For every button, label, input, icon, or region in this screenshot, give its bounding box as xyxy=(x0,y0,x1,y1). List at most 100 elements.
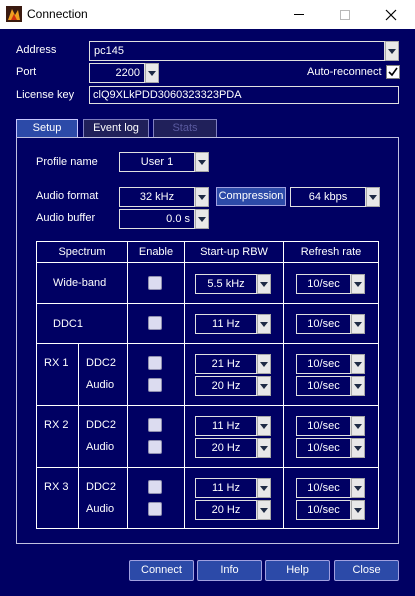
refresh-value[interactable]: 10/sec xyxy=(296,354,351,374)
audio-format-dropdown-button[interactable] xyxy=(195,187,209,207)
license-key-field[interactable]: clQ9XLkPDD3060323323PDA xyxy=(89,86,399,104)
rbw-combo-rx3-audio[interactable]: 20 Hz xyxy=(195,500,271,520)
info-button[interactable]: Info xyxy=(197,560,262,581)
dropdown-arrow-icon xyxy=(388,48,396,54)
refresh-value[interactable]: 10/sec xyxy=(296,438,351,458)
rbw-combo-ddc1[interactable]: 11 Hz xyxy=(195,314,271,334)
rbw-dropdown-button[interactable] xyxy=(257,478,271,498)
address-label: Address xyxy=(16,44,57,56)
minimize-button[interactable] xyxy=(276,0,322,29)
auto-reconnect-label: Auto-reconnect xyxy=(307,66,382,78)
enable-checkbox-wide-band[interactable] xyxy=(148,276,162,290)
dropdown-arrow-icon xyxy=(260,423,268,429)
enable-checkbox-rx1-audio[interactable] xyxy=(148,378,162,392)
tab-setup[interactable]: Setup xyxy=(16,119,78,138)
rbw-value[interactable]: 11 Hz xyxy=(195,478,257,498)
enable-checkbox-rx3-ddc2[interactable] xyxy=(148,480,162,494)
auto-reconnect-checkbox[interactable] xyxy=(386,65,400,79)
port-value[interactable]: 2200 xyxy=(89,63,145,83)
address-combo[interactable]: pc145 xyxy=(89,41,399,61)
profile-dropdown-button[interactable] xyxy=(195,152,209,172)
refresh-dropdown-button[interactable] xyxy=(351,416,365,436)
compression-dropdown-button[interactable] xyxy=(366,187,380,207)
rbw-dropdown-button[interactable] xyxy=(257,416,271,436)
address-value[interactable]: pc145 xyxy=(89,41,385,61)
refresh-dropdown-button[interactable] xyxy=(351,274,365,294)
enable-checkbox-rx1-ddc2[interactable] xyxy=(148,356,162,370)
port-combo[interactable]: 2200 xyxy=(89,63,159,83)
refresh-dropdown-button[interactable] xyxy=(351,438,365,458)
enable-checkbox-ddc1[interactable] xyxy=(148,316,162,330)
rbw-value[interactable]: 11 Hz xyxy=(195,416,257,436)
refresh-value[interactable]: 10/sec xyxy=(296,274,351,294)
audio-buffer-value[interactable]: 0.0 s xyxy=(119,209,195,229)
tab-event-log[interactable]: Event log xyxy=(83,119,149,137)
refresh-combo-rx1-audio[interactable]: 10/sec xyxy=(296,376,365,396)
enable-checkbox-rx2-audio[interactable] xyxy=(148,440,162,454)
profile-name-value[interactable]: User 1 xyxy=(119,152,195,172)
refresh-dropdown-button[interactable] xyxy=(351,354,365,374)
refresh-dropdown-button[interactable] xyxy=(351,314,365,334)
audio-format-combo[interactable]: 32 kHz xyxy=(119,187,209,207)
refresh-value[interactable]: 10/sec xyxy=(296,314,351,334)
refresh-combo-ddc1[interactable]: 10/sec xyxy=(296,314,365,334)
grid-line xyxy=(127,241,128,529)
close-button[interactable]: Close xyxy=(334,560,399,581)
audio-buffer-combo[interactable]: 0.0 s xyxy=(119,209,209,229)
rbw-dropdown-button[interactable] xyxy=(257,314,271,334)
refresh-value[interactable]: 10/sec xyxy=(296,416,351,436)
rbw-value[interactable]: 5.5 kHz xyxy=(195,274,257,294)
checkmark-icon xyxy=(388,67,398,77)
refresh-value[interactable]: 10/sec xyxy=(296,500,351,520)
audio-buffer-dropdown-button[interactable] xyxy=(195,209,209,229)
refresh-value[interactable]: 10/sec xyxy=(296,478,351,498)
audio-format-value[interactable]: 32 kHz xyxy=(119,187,195,207)
dropdown-arrow-icon xyxy=(260,281,268,287)
row-label-wide-band: Wide-band xyxy=(53,277,107,289)
enable-checkbox-rx2-ddc2[interactable] xyxy=(148,418,162,432)
dropdown-arrow-icon xyxy=(354,445,362,451)
rbw-value[interactable]: 21 Hz xyxy=(195,354,257,374)
grid-line xyxy=(36,405,379,406)
rbw-combo-rx2-ddc2[interactable]: 11 Hz xyxy=(195,416,271,436)
help-button[interactable]: Help xyxy=(265,560,330,581)
rbw-combo-rx1-ddc2[interactable]: 21 Hz xyxy=(195,354,271,374)
rbw-dropdown-button[interactable] xyxy=(257,376,271,396)
enable-checkbox-rx3-audio[interactable] xyxy=(148,502,162,516)
compression-combo[interactable]: 64 kbps xyxy=(290,187,380,207)
refresh-value[interactable]: 10/sec xyxy=(296,376,351,396)
rbw-combo-rx1-audio[interactable]: 20 Hz xyxy=(195,376,271,396)
rbw-dropdown-button[interactable] xyxy=(257,438,271,458)
maximize-button[interactable] xyxy=(322,0,368,29)
header-startup-rbw: Start-up RBW xyxy=(200,246,268,258)
rbw-combo-rx2-audio[interactable]: 20 Hz xyxy=(195,438,271,458)
rbw-dropdown-button[interactable] xyxy=(257,274,271,294)
refresh-combo-rx2-audio[interactable]: 10/sec xyxy=(296,438,365,458)
compression-button[interactable]: Compression xyxy=(216,187,286,206)
address-dropdown-button[interactable] xyxy=(385,41,399,61)
port-dropdown-button[interactable] xyxy=(145,63,159,83)
refresh-dropdown-button[interactable] xyxy=(351,478,365,498)
rbw-combo-wide-band[interactable]: 5.5 kHz xyxy=(195,274,271,294)
rbw-combo-rx3-ddc2[interactable]: 11 Hz xyxy=(195,478,271,498)
close-window-button[interactable] xyxy=(368,0,414,29)
refresh-combo-rx3-ddc2[interactable]: 10/sec xyxy=(296,478,365,498)
dropdown-arrow-icon xyxy=(198,159,206,165)
maximize-icon xyxy=(340,9,350,20)
refresh-combo-rx2-ddc2[interactable]: 10/sec xyxy=(296,416,365,436)
rbw-value[interactable]: 11 Hz xyxy=(195,314,257,334)
refresh-dropdown-button[interactable] xyxy=(351,500,365,520)
refresh-combo-rx1-ddc2[interactable]: 10/sec xyxy=(296,354,365,374)
profile-name-combo[interactable]: User 1 xyxy=(119,152,209,172)
rbw-value[interactable]: 20 Hz xyxy=(195,500,257,520)
refresh-dropdown-button[interactable] xyxy=(351,376,365,396)
refresh-combo-wide-band[interactable]: 10/sec xyxy=(296,274,365,294)
rbw-dropdown-button[interactable] xyxy=(257,354,271,374)
refresh-combo-rx3-audio[interactable]: 10/sec xyxy=(296,500,365,520)
compression-value[interactable]: 64 kbps xyxy=(290,187,366,207)
rbw-value[interactable]: 20 Hz xyxy=(195,438,257,458)
connect-button[interactable]: Connect xyxy=(129,560,194,581)
group-label-rx1: RX 1 xyxy=(44,357,69,369)
rbw-dropdown-button[interactable] xyxy=(257,500,271,520)
rbw-value[interactable]: 20 Hz xyxy=(195,376,257,396)
